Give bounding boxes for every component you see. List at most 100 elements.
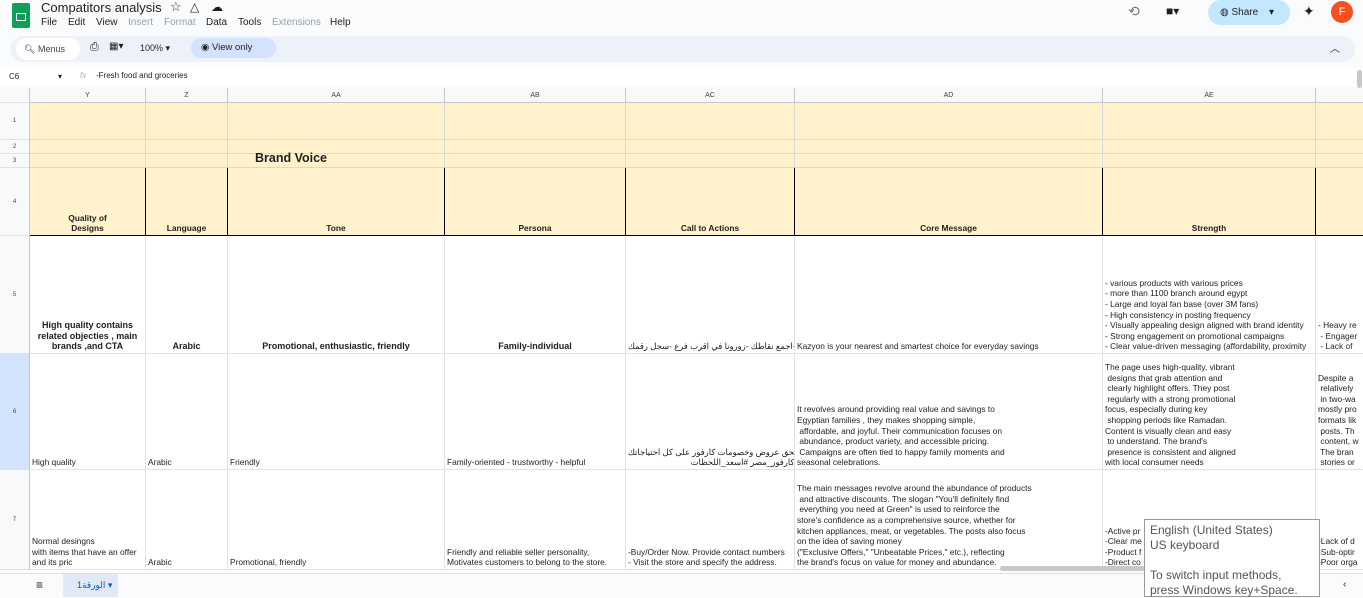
- column-header[interactable]: AC: [626, 88, 795, 103]
- cell[interactable]: [1316, 140, 1363, 154]
- cell[interactable]: [795, 140, 1103, 154]
- drive-icon[interactable]: △: [190, 0, 199, 14]
- cell[interactable]: [626, 140, 795, 154]
- row-header[interactable]: 1: [0, 103, 30, 140]
- zoom-select[interactable]: 100% ▾: [140, 43, 170, 54]
- avatar[interactable]: F: [1331, 1, 1353, 23]
- share-button[interactable]: ◍ Share ▾: [1208, 0, 1290, 25]
- cell[interactable]: [1103, 154, 1316, 168]
- view-only-button[interactable]: ◉ View only: [191, 38, 276, 58]
- cloud-icon[interactable]: ☁: [211, 0, 223, 14]
- column-title[interactable]: Strength: [1103, 168, 1316, 236]
- menu-insert[interactable]: Insert: [128, 17, 153, 28]
- column-title[interactable]: Call to Actions: [626, 168, 795, 236]
- cell[interactable]: [445, 140, 626, 154]
- table-cell[interactable]: Arabic: [146, 470, 228, 570]
- cell[interactable]: [1316, 154, 1363, 168]
- formula-input[interactable]: -Fresh food and groceries: [96, 71, 188, 80]
- table-cell[interactable]: The main messages revolve around the abu…: [795, 470, 1103, 570]
- spreadsheet-grid[interactable]: Y Z AA AB AC AD AE 1 2 3 4 5 6 7 Brand Voice Quality of…: [0, 88, 1363, 570]
- document-title[interactable]: Compatitors analysis: [41, 0, 162, 15]
- table-cell[interactable]: Friendly: [228, 354, 445, 470]
- column-header[interactable]: AE: [1103, 88, 1316, 103]
- table-cell[interactable]: Friendly and reliable seller personality…: [445, 470, 626, 570]
- cell[interactable]: [1103, 140, 1316, 154]
- cell[interactable]: [795, 154, 1103, 168]
- collapse-icon[interactable]: ︿: [1330, 40, 1340, 55]
- table-cell[interactable]: It revolves around providing real value …: [795, 354, 1103, 470]
- cell[interactable]: [30, 154, 146, 168]
- column-title[interactable]: Tone: [228, 168, 445, 236]
- column-title[interactable]: [1316, 168, 1363, 236]
- print-icon[interactable]: ⎙: [90, 41, 99, 54]
- column-header[interactable]: Z: [146, 88, 228, 103]
- table-cell[interactable]: - various products with various prices -…: [1103, 236, 1316, 354]
- corner-cell[interactable]: [0, 88, 30, 103]
- row-header[interactable]: 5: [0, 236, 30, 354]
- row-header[interactable]: 2: [0, 140, 30, 154]
- column-title[interactable]: Language: [146, 168, 228, 236]
- star-icon[interactable]: ☆: [170, 0, 182, 15]
- column-title[interactable]: Persona: [445, 168, 626, 236]
- menu-tools[interactable]: Tools: [238, 17, 261, 28]
- menu-data[interactable]: Data: [206, 17, 227, 28]
- table-cell[interactable]: Promotional, enthusiastic, friendly: [228, 236, 445, 354]
- column-header[interactable]: Y: [30, 88, 146, 103]
- search-menus-button[interactable]: 🔍︎ Menus: [16, 38, 80, 60]
- table-cell[interactable]: Arabic: [146, 354, 228, 470]
- cell[interactable]: [146, 103, 228, 140]
- scroll-left-icon[interactable]: ‹: [1343, 579, 1346, 590]
- menu-file[interactable]: File: [41, 17, 57, 28]
- column-title[interactable]: Core Message: [795, 168, 1103, 236]
- cell[interactable]: [626, 103, 795, 140]
- chevron-down-icon[interactable]: ▾: [1269, 7, 1274, 18]
- menu-view[interactable]: View: [96, 17, 118, 28]
- table-cell[interactable]: - اشترك -اجمع نقاطك -زورونا في اقرب فرع …: [626, 236, 795, 354]
- row-header[interactable]: 7: [0, 470, 30, 570]
- cell[interactable]: [228, 103, 445, 140]
- table-cell[interactable]: Family-individual: [445, 236, 626, 354]
- cell[interactable]: [1103, 103, 1316, 140]
- table-cell[interactable]: Despite a relatively in two-wa mostly pr…: [1316, 354, 1363, 470]
- table-cell[interactable]: Family-oriented - trustworthy - helpful: [445, 354, 626, 470]
- table-cell[interactable]: Kazyon is your nearest and smartest choi…: [795, 236, 1103, 354]
- menu-help[interactable]: Help: [330, 17, 351, 28]
- menu-edit[interactable]: Edit: [68, 17, 85, 28]
- format-painter-icon[interactable]: ▦▾: [109, 41, 123, 52]
- column-title[interactable]: Quality of Designs: [30, 168, 146, 236]
- cell[interactable]: [626, 154, 795, 168]
- table-cell[interactable]: الحق عروض وخصومات كارفور على كل احتياجات…: [626, 354, 795, 470]
- cell[interactable]: [1316, 103, 1363, 140]
- menu-extensions[interactable]: Extensions: [272, 17, 321, 28]
- column-header[interactable]: AD: [795, 88, 1103, 103]
- cell[interactable]: [146, 140, 228, 154]
- table-cell[interactable]: High quality contains related objecties …: [30, 236, 146, 354]
- video-call-icon[interactable]: ■▾: [1166, 4, 1179, 18]
- sheet-tab[interactable]: الورقة1 ▾: [63, 574, 118, 597]
- table-cell[interactable]: -Buy/Order Now. Provide contact numbers …: [626, 470, 795, 570]
- name-box[interactable]: C6: [9, 72, 19, 81]
- table-cell[interactable]: The page uses high-quality, vibrant desi…: [1103, 354, 1316, 470]
- history-icon[interactable]: ⟲: [1128, 3, 1140, 20]
- all-sheets-icon[interactable]: ≡: [36, 578, 43, 592]
- column-header[interactable]: [1316, 88, 1363, 103]
- cell[interactable]: [445, 103, 626, 140]
- gemini-icon[interactable]: ✦: [1303, 3, 1315, 20]
- table-cell[interactable]: - Heavy re - Engager - Lack of: [1316, 236, 1363, 354]
- vertical-scrollbar[interactable]: [1357, 70, 1362, 88]
- row-header[interactable]: 4: [0, 168, 30, 236]
- cell[interactable]: [30, 103, 146, 140]
- cell[interactable]: [146, 154, 228, 168]
- table-cell[interactable]: High quality: [30, 354, 146, 470]
- cell[interactable]: [795, 103, 1103, 140]
- column-header[interactable]: AA: [228, 88, 445, 103]
- cell[interactable]: [445, 154, 626, 168]
- table-cell[interactable]: Arabic: [146, 236, 228, 354]
- table-cell[interactable]: Normal desingns with items that have an …: [30, 470, 146, 570]
- table-cell[interactable]: Promotional, friendly: [228, 470, 445, 570]
- sheets-logo[interactable]: [12, 3, 30, 28]
- row-header[interactable]: 3: [0, 154, 30, 168]
- table-cell[interactable]: -Lack of d -Sub-optir -Poor orga: [1316, 470, 1363, 570]
- column-header[interactable]: AB: [445, 88, 626, 103]
- row-header[interactable]: 6: [0, 354, 30, 470]
